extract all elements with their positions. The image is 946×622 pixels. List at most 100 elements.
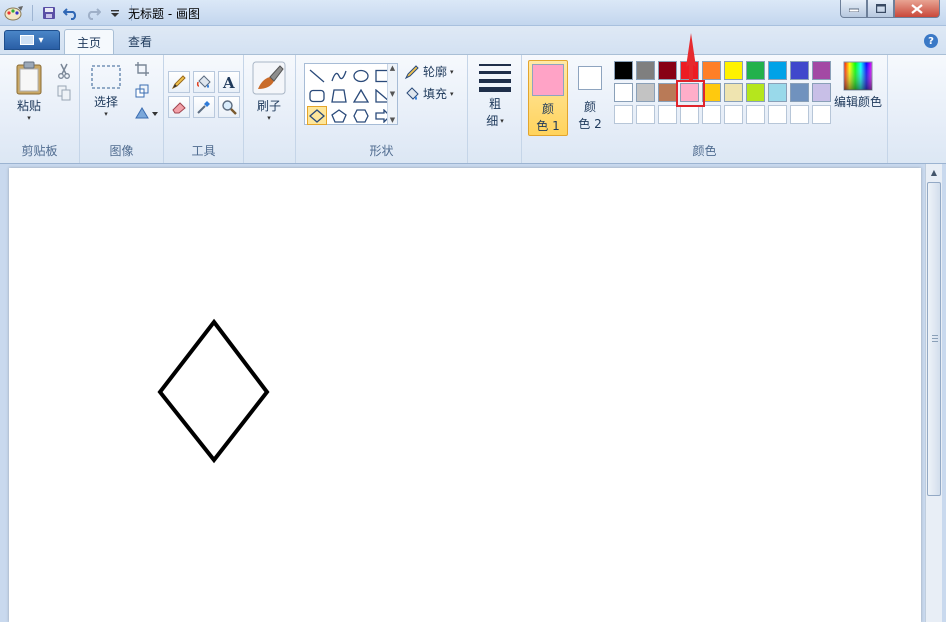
- save-icon[interactable]: [41, 5, 57, 21]
- chevron-down-icon: ▾: [450, 67, 454, 76]
- palette-swatch[interactable]: [790, 83, 809, 102]
- oval-shape-icon[interactable]: [351, 66, 371, 85]
- palette-swatch[interactable]: [746, 83, 765, 102]
- line-shape-icon[interactable]: [307, 66, 327, 85]
- shapes-gallery-scroll[interactable]: ▲ ▼ ▼: [387, 64, 397, 124]
- hexagon-shape-icon[interactable]: [351, 106, 371, 125]
- color1-label-bottom: 色 1: [536, 119, 560, 133]
- size-label-top: 粗: [488, 97, 501, 111]
- close-button[interactable]: [894, 0, 940, 18]
- tab-home[interactable]: 主页: [64, 29, 115, 54]
- palette-swatch[interactable]: [658, 61, 677, 80]
- palette-swatch[interactable]: [614, 83, 633, 102]
- color2-button[interactable]: 颜 色 2: [572, 60, 608, 136]
- menu-icon: [20, 35, 35, 45]
- outline-button[interactable]: 轮廓 ▾: [404, 63, 454, 80]
- brushes-group: 刷子 ▾: [244, 55, 296, 163]
- size-button[interactable]: 粗 细 ▾: [477, 61, 513, 129]
- paint-app-icon[interactable]: [4, 5, 24, 21]
- help-icon[interactable]: ?: [924, 34, 938, 48]
- chevron-down-icon: ▾: [267, 114, 271, 122]
- palette-swatch-empty[interactable]: [812, 105, 831, 124]
- diamond-shape[interactable]: [157, 318, 270, 464]
- palette-swatch-empty[interactable]: [658, 105, 677, 124]
- chevron-down-icon: ▾: [104, 110, 108, 118]
- edit-colors-button[interactable]: 编辑颜色: [834, 61, 882, 110]
- redo-icon[interactable]: [85, 5, 101, 21]
- drawing-canvas[interactable]: [9, 168, 921, 622]
- expand-gallery-icon[interactable]: ▼: [390, 116, 395, 124]
- title-bar: 无标题 - 画图: [0, 0, 946, 26]
- palette-swatch[interactable]: [636, 61, 655, 80]
- palette-swatch[interactable]: [812, 61, 831, 80]
- edit-colors-label: 编辑颜色: [834, 95, 883, 109]
- minimize-button[interactable]: [840, 0, 867, 18]
- palette-swatch[interactable]: [724, 61, 743, 80]
- palette-swatch[interactable]: [768, 61, 787, 80]
- palette-swatch[interactable]: [812, 83, 831, 102]
- triangle-shape-icon[interactable]: [351, 86, 371, 105]
- undo-icon[interactable]: [63, 5, 79, 21]
- curve-shape-icon[interactable]: [329, 66, 349, 85]
- palette-swatch[interactable]: [636, 83, 655, 102]
- eraser-icon[interactable]: [168, 96, 190, 118]
- fill-bucket-icon[interactable]: [193, 71, 215, 93]
- palette-swatch[interactable]: [614, 61, 633, 80]
- chevron-down-icon[interactable]: ▼: [390, 90, 395, 98]
- fill-label: 填充: [423, 87, 448, 101]
- maximize-button[interactable]: [867, 0, 894, 18]
- fill-button[interactable]: 填充 ▾: [404, 85, 454, 102]
- clipboard-icon: [16, 61, 42, 95]
- scrollbar-thumb[interactable]: [927, 182, 941, 496]
- chevron-up-icon[interactable]: ▲: [390, 64, 395, 72]
- palette-swatch-empty[interactable]: [702, 105, 721, 124]
- brushes-button[interactable]: 刷子 ▾: [252, 61, 286, 122]
- workspace: ▲: [0, 164, 946, 622]
- brushes-label: 刷子: [256, 99, 281, 113]
- palette-swatch[interactable]: [724, 83, 743, 102]
- palette-swatch[interactable]: [790, 61, 809, 80]
- rotate-icon[interactable]: [132, 103, 160, 123]
- cut-icon[interactable]: [54, 61, 74, 81]
- crop-icon[interactable]: [132, 59, 152, 79]
- app-menu-button[interactable]: ▾: [4, 30, 60, 50]
- annotation-arrow-icon: [686, 33, 696, 81]
- vertical-scrollbar[interactable]: ▲: [925, 164, 942, 622]
- pencil-icon[interactable]: [168, 71, 190, 93]
- copy-icon[interactable]: [54, 83, 74, 103]
- scroll-up-icon[interactable]: ▲: [926, 164, 942, 180]
- palette-swatch-empty[interactable]: [790, 105, 809, 124]
- tab-view[interactable]: 查看: [116, 29, 164, 54]
- clipboard-group-label: 剪贴板: [21, 144, 58, 158]
- outline-label: 轮廓: [423, 65, 448, 79]
- polygon-shape-icon[interactable]: [329, 86, 349, 105]
- palette-swatch-empty[interactable]: [768, 105, 787, 124]
- text-icon[interactable]: A: [218, 71, 240, 93]
- pentagon-shape-icon[interactable]: [329, 106, 349, 125]
- tools-group: A 工具: [164, 55, 244, 163]
- ribbon: 粘贴 ▾ 剪贴板 选择 ▾ 图像 A 工具 刷子 ▾ ▲ ▼ ▼ 轮廓 ▾ 填充…: [0, 54, 946, 164]
- color-picker-icon[interactable]: [193, 96, 215, 118]
- diamond-shape-icon[interactable]: [307, 106, 327, 125]
- rounded-rectangle-shape-icon[interactable]: [307, 86, 327, 105]
- quick-access-toolbar: [4, 3, 134, 23]
- colors-group: 颜 色 1 颜 色 2 编辑颜色 颜色: [522, 55, 888, 163]
- palette-swatch[interactable]: [658, 83, 677, 102]
- customize-toolbar-icon[interactable]: [107, 5, 123, 21]
- resize-icon[interactable]: [132, 81, 152, 101]
- outline-icon: [404, 64, 419, 79]
- clipboard-group: 粘贴 ▾ 剪贴板: [0, 55, 80, 163]
- palette-swatch[interactable]: [746, 61, 765, 80]
- palette-swatch[interactable]: [768, 83, 787, 102]
- color1-button[interactable]: 颜 色 1: [528, 60, 568, 136]
- select-button[interactable]: 选择 ▾: [90, 63, 122, 118]
- paste-button[interactable]: 粘贴 ▾: [14, 61, 44, 122]
- palette-swatch-empty[interactable]: [614, 105, 633, 124]
- color-palette: [614, 61, 831, 124]
- magnifier-icon[interactable]: [218, 96, 240, 118]
- palette-swatch-empty[interactable]: [724, 105, 743, 124]
- palette-swatch-empty[interactable]: [636, 105, 655, 124]
- palette-swatch-empty[interactable]: [680, 105, 699, 124]
- palette-swatch[interactable]: [702, 61, 721, 80]
- palette-swatch-empty[interactable]: [746, 105, 765, 124]
